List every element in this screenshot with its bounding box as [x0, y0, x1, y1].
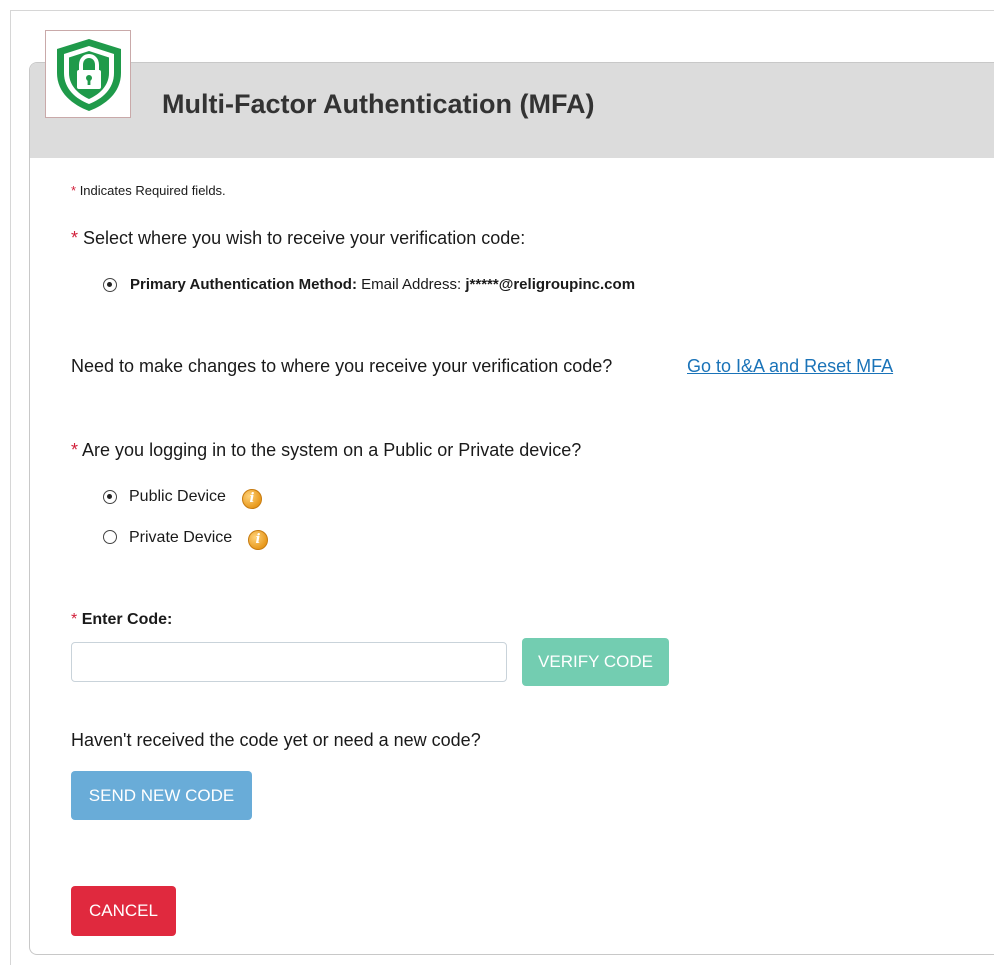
primary-method-option: Primary Authentication Method: Email Add… [130, 276, 635, 293]
public-device-label: Public Device [129, 488, 226, 505]
private-device-radio[interactable] [103, 530, 117, 544]
cancel-button[interactable]: CANCEL [71, 886, 176, 936]
primary-method-label: Primary Authentication Method: [130, 276, 357, 293]
required-asterisk: * [71, 611, 78, 628]
resend-text: Haven't received the code yet or need a … [71, 730, 481, 750]
delivery-question: * Select where you wish to receive your … [71, 228, 525, 249]
primary-method-email: j*****@religroupinc.com [465, 276, 636, 293]
info-icon[interactable]: i [248, 530, 268, 550]
public-device-radio[interactable] [103, 490, 117, 504]
private-device-label: Private Device [129, 529, 233, 546]
enter-code-label: * Enter Code: [71, 611, 172, 629]
enter-code-text: Enter Code: [81, 611, 173, 628]
page-title: Multi-Factor Authentication (MFA) [162, 89, 595, 119]
shield-lock-icon [57, 39, 121, 111]
send-new-code-button[interactable]: SEND NEW CODE [71, 771, 252, 820]
verify-code-button[interactable]: VERIFY CODE [522, 638, 669, 686]
required-asterisk: * [71, 440, 79, 460]
info-icon[interactable]: i [242, 489, 262, 509]
required-asterisk: * [71, 228, 79, 248]
required-asterisk: * [71, 183, 77, 198]
device-question-text: Are you logging in to the system on a Pu… [82, 440, 582, 460]
reset-mfa-link[interactable]: Go to I&A and Reset MFA [687, 356, 893, 377]
primary-method-detail: Email Address: [361, 276, 462, 293]
device-question: * Are you logging in to the system on a … [71, 440, 581, 461]
primary-method-radio[interactable] [103, 278, 117, 292]
delivery-question-text: Select where you wish to receive your ve… [83, 228, 526, 248]
required-note: * Indicates Required fields. [71, 183, 226, 198]
required-note-text: Indicates Required fields. [79, 183, 226, 198]
code-input[interactable] [71, 642, 507, 682]
changes-text: Need to make changes to where you receiv… [71, 356, 613, 376]
logo [45, 30, 131, 118]
